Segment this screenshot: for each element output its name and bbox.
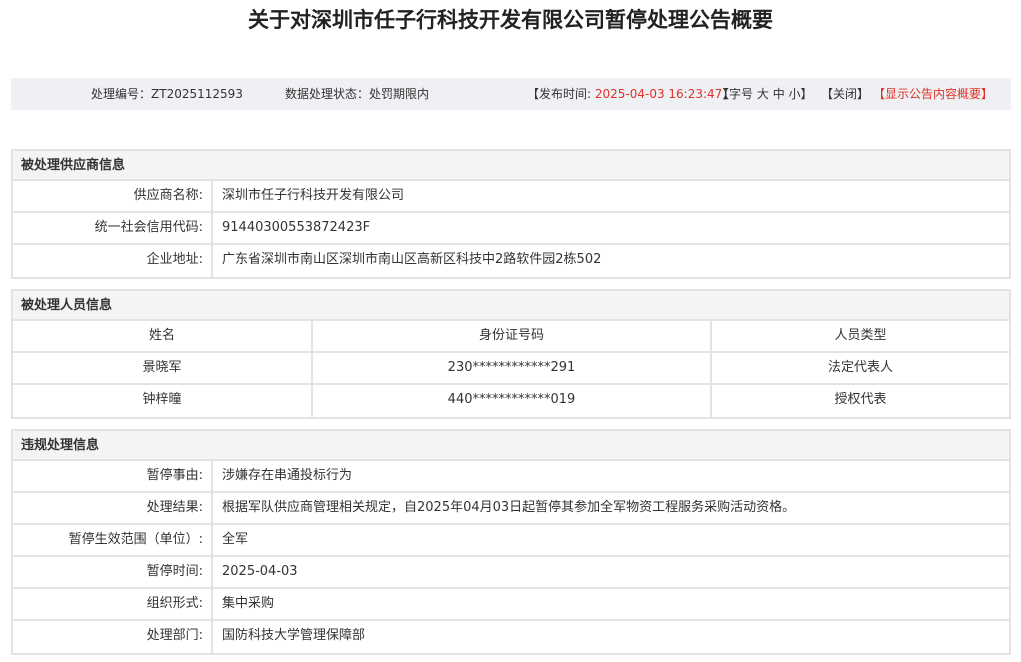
section-heading: 被处理人员信息 <box>13 291 1009 321</box>
info-bar: 处理编号：ZT2025112593 数据处理状态：处罚期限内 【发布时间: 20… <box>11 78 1011 110</box>
person-type: 法定代表人 <box>827 360 893 375</box>
font-small-button[interactable]: 小 <box>789 87 801 101</box>
record-id-value: ZT2025112593 <box>151 87 243 101</box>
suspension-scope: 全军 <box>222 532 249 547</box>
field-label: 处理部门: <box>13 621 213 653</box>
table-row: 组织形式: 集中采购 <box>13 589 1009 621</box>
table-header-row: 姓名 身份证号码 人员类型 <box>13 321 1009 353</box>
column-header: 身份证号码 <box>313 321 712 351</box>
record-id-label: 处理编号： <box>91 87 152 101</box>
publish-label: 【发布时间: <box>527 87 595 101</box>
table-row: 景晓军 230************291 法定代表人 <box>13 353 1009 385</box>
table-row: 统一社会信用代码: 91440300553872423F <box>13 213 1009 245</box>
field-label: 企业地址: <box>13 245 213 277</box>
column-header: 姓名 <box>13 321 313 351</box>
suspension-date: 2025-04-03 <box>222 564 298 579</box>
person-id: 230************291 <box>313 353 712 383</box>
table-row: 暂停事由: 涉嫌存在串通投标行为 <box>13 461 1009 493</box>
person-type: 授权代表 <box>834 392 887 407</box>
table-row: 处理部门: 国防科技大学管理保障部 <box>13 621 1009 653</box>
font-medium-button[interactable]: 中 <box>773 87 785 101</box>
supplier-section: 被处理供应商信息 供应商名称: 深圳市任子行科技开发有限公司 统一社会信用代码: 9… <box>11 149 1011 279</box>
column-header: 人员类型 <box>834 328 887 343</box>
section-heading: 违规处理信息 <box>13 431 1009 461</box>
close-button[interactable]: 【关闭】 <box>821 78 869 110</box>
table-row: 企业地址: 广东省深圳市南山区深圳市南山区高新区科技中2路软件园2栋502 <box>13 245 1009 277</box>
publish-time-value: 2025-04-03 16:23:47 <box>594 87 723 101</box>
record-id: 处理编号：ZT2025112593 <box>91 78 243 110</box>
font-bracket: 】 <box>800 87 813 101</box>
table-row: 处理结果: 根据军队供应商管理相关规定，自2025年04月03日起暂停其参加全军物… <box>13 493 1009 525</box>
section-heading: 被处理供应商信息 <box>13 151 1009 181</box>
table-row: 供应商名称: 深圳市任子行科技开发有限公司 <box>13 181 1009 213</box>
field-label: 组织形式: <box>13 589 213 619</box>
publish-time: 【发布时间: 2025-04-03 16:23:47】 <box>527 78 734 110</box>
field-label: 统一社会信用代码: <box>13 213 213 243</box>
credit-code: 91440300553872423F <box>222 220 371 235</box>
person-name: 景晓军 <box>13 353 313 383</box>
field-label: 暂停时间: <box>13 557 213 587</box>
table-row: 暂停生效范围（单位）: 全军 <box>13 525 1009 557</box>
organization-form: 集中采购 <box>222 596 275 611</box>
supplier-name: 深圳市任子行科技开发有限公司 <box>222 188 405 203</box>
status-label: 数据处理状态： <box>285 87 370 101</box>
status-value: 处罚期限内 <box>369 87 430 101</box>
company-address: 广东省深圳市南山区深圳市南山区高新区科技中2路软件园2栋502 <box>222 252 602 267</box>
field-label: 处理结果: <box>13 493 213 523</box>
suspension-reason: 涉嫌存在串通投标行为 <box>222 468 353 483</box>
font-large-button[interactable]: 大 <box>757 87 769 101</box>
page-title: 关于对深圳市任子行科技开发有限公司暂停处理公告概要 <box>248 8 773 32</box>
handling-department: 国防科技大学管理保障部 <box>222 628 366 643</box>
handling-result: 根据军队供应商管理相关规定，自2025年04月03日起暂停其参加全军物资工程服务… <box>222 500 796 515</box>
font-size-label: 【字号 <box>717 87 754 101</box>
person-id: 440************019 <box>313 385 712 417</box>
violation-section: 违规处理信息 暂停事由: 涉嫌存在串通投标行为 处理结果: 根据军队供应商管理相关规… <box>11 429 1011 655</box>
field-label: 暂停生效范围（单位）: <box>13 525 213 555</box>
font-size-controls: 【字号 大 中 小】 <box>717 78 813 110</box>
table-row: 暂停时间: 2025-04-03 <box>13 557 1009 589</box>
person-name: 钟梓曈 <box>13 385 313 417</box>
field-label: 供应商名称: <box>13 181 213 211</box>
field-label: 暂停事由: <box>13 461 213 491</box>
show-summary-button[interactable]: 【显示公告内容概要】 <box>873 78 993 110</box>
table-row: 钟梓曈 440************019 授权代表 <box>13 385 1009 417</box>
persons-section: 被处理人员信息 姓名 身份证号码 人员类型 景晓军 230************29… <box>11 289 1011 419</box>
processing-status: 数据处理状态：处罚期限内 <box>285 78 429 110</box>
